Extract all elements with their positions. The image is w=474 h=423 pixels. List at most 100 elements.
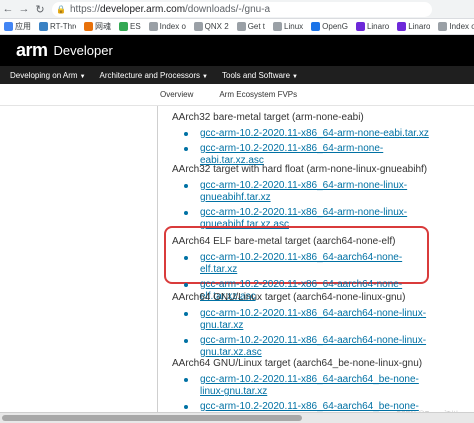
link-text: gcc-arm-10.2-2020.11-x86_64-arm-none-eab… xyxy=(200,128,429,139)
download-group: AArch32 target with hard float (arm-none… xyxy=(172,164,429,234)
nav-label: Tools and Software xyxy=(222,70,291,80)
link-text: gcc-arm-10.2-2020.11-x86_64-aarch64-none… xyxy=(200,335,427,358)
bookmark-favicon-icon xyxy=(193,22,203,31)
bookmark-favicon-icon xyxy=(119,22,128,31)
bookmark-label: Index o xyxy=(449,22,474,31)
bullet-icon xyxy=(184,405,188,409)
downloads-content: AArch32 bare-metal target (arm-none-eabi… xyxy=(0,106,474,412)
bookmark-item[interactable]: OpenG xyxy=(307,19,352,34)
download-link[interactable]: gcc-arm-10.2-2020.11-x86_64-arm-none-eab… xyxy=(184,128,429,140)
bullet-icon xyxy=(184,312,188,316)
bookmark-favicon-icon xyxy=(39,22,48,31)
bookmark-favicon-icon xyxy=(438,22,448,31)
bookmark-item[interactable]: RT-Thre xyxy=(35,19,80,34)
bookmark-item[interactable]: Linaro xyxy=(352,19,393,34)
chevron-down-icon: ▼ xyxy=(292,73,298,80)
chevron-down-icon: ▼ xyxy=(202,73,208,80)
url-host: developer.arm.com xyxy=(99,3,186,15)
content-divider xyxy=(157,106,158,412)
nav-developing-on-arm[interactable]: Developing on Arm ▼ xyxy=(10,71,86,80)
download-link[interactable]: gcc-arm-10.2-2020.11-x86_64-aarch64_be-n… xyxy=(184,401,429,412)
bookmark-item[interactable]: ES xyxy=(115,19,145,34)
download-link[interactable]: gcc-arm-10.2-2020.11-x86_64-aarch64-none… xyxy=(184,335,429,359)
nav-label: Developing on Arm xyxy=(10,70,78,80)
site-header: arm Developer xyxy=(0,35,474,66)
link-text: gcc-arm-10.2-2020.11-x86_64-aarch64_be-n… xyxy=(200,374,419,397)
lock-icon: 🔒 xyxy=(56,4,66,14)
bullet-icon xyxy=(184,256,188,260)
bookmark-label: Linux xyxy=(284,22,304,31)
back-icon[interactable]: ← xyxy=(0,0,16,19)
bookmark-favicon-icon xyxy=(84,22,93,31)
arm-logo[interactable]: arm xyxy=(16,40,48,61)
bookmark-favicon-icon xyxy=(4,22,13,31)
download-link[interactable]: gcc-arm-10.2-2020.11-x86_64-arm-none-lin… xyxy=(184,180,429,204)
bookmark-label: 应用 xyxy=(15,22,31,31)
tab-overview[interactable]: Overview xyxy=(160,90,193,99)
bullet-icon xyxy=(184,211,188,215)
link-text: gcc-arm-10.2-2020.11-x86_64-arm-none-lin… xyxy=(200,180,408,203)
download-group: AArch32 bare-metal target (arm-none-eabi… xyxy=(172,112,429,170)
bookmark-item[interactable]: Linaro xyxy=(393,19,434,34)
group-title: AArch64 GNU/Linux target (aarch64-none-l… xyxy=(172,292,406,303)
bookmark-item[interactable]: Get t xyxy=(233,19,269,34)
bullet-icon xyxy=(184,147,188,151)
bookmark-favicon-icon xyxy=(397,22,407,31)
link-text: gcc-arm-10.2-2020.11-x86_64-aarch64-none… xyxy=(200,308,427,331)
group-title: AArch32 bare-metal target (arm-none-eabi… xyxy=(172,112,364,123)
bullet-icon xyxy=(184,283,188,287)
bookmark-label: Get t xyxy=(247,22,266,31)
link-text: gcc-arm-10.2-2020.11-x86_64-aarch64_be-n… xyxy=(200,401,419,412)
bookmark-label: QNX 2 xyxy=(204,22,229,31)
main-nav: Developing on Arm ▼ Architecture and Proc… xyxy=(0,66,474,84)
address-bar[interactable]: 🔒 https://developer.arm.com/downloads/-/… xyxy=(52,1,432,17)
site-subtitle[interactable]: Developer xyxy=(54,43,113,58)
bookmark-item[interactable]: Index of xyxy=(145,19,190,34)
forward-icon[interactable]: → xyxy=(16,0,32,19)
bookmark-favicon-icon xyxy=(273,22,283,31)
bookmarks-bar: 应用 RT-Thre 网魂 ES Index of QNX 2 Get t Linux Open… xyxy=(0,19,474,35)
bookmark-item[interactable]: 应用 xyxy=(0,19,35,34)
bookmark-item[interactable]: Linux xyxy=(269,19,307,34)
bookmark-favicon-icon xyxy=(311,22,321,31)
bookmark-label: OpenG xyxy=(322,22,348,31)
nav-label: Architecture and Processors xyxy=(99,70,201,80)
download-link[interactable]: gcc-arm-10.2-2020.11-x86_64-aarch64-none… xyxy=(184,308,429,332)
download-link[interactable]: gcc-arm-10.2-2020.11-x86_64-aarch64-none… xyxy=(184,252,429,276)
bullet-icon xyxy=(184,184,188,188)
link-text: gcc-arm-10.2-2020.11-x86_64-arm-none-eab… xyxy=(200,143,384,166)
url-path: /downloads/-/gnu-a xyxy=(185,3,271,15)
bookmark-favicon-icon xyxy=(236,22,246,31)
download-group: AArch64 GNU/Linux target (aarch64_be-non… xyxy=(172,358,429,412)
bookmark-item[interactable]: Index o xyxy=(434,19,474,34)
bookmark-label: ES xyxy=(130,22,141,31)
bullet-icon xyxy=(184,378,188,382)
chevron-down-icon: ▼ xyxy=(79,73,86,80)
group-title: AArch64 ELF bare-metal target (aarch64-n… xyxy=(172,236,396,247)
url-prefix: https:// xyxy=(69,3,100,15)
bookmark-item[interactable]: 网魂 xyxy=(80,19,115,34)
group-title: AArch64 GNU/Linux target (aarch64_be-non… xyxy=(172,358,423,369)
bookmark-item[interactable]: QNX 2 xyxy=(190,19,233,34)
scrollbar-thumb[interactable] xyxy=(2,415,302,421)
download-link[interactable]: gcc-arm-10.2-2020.11-x86_64-aarch64_be-n… xyxy=(184,374,429,398)
bullet-icon xyxy=(184,339,188,343)
bookmark-label: 网魂 xyxy=(95,22,111,31)
download-group: AArch64 GNU/Linux target (aarch64-none-l… xyxy=(172,292,429,362)
bookmark-label: Index of xyxy=(159,22,186,31)
group-title: AArch32 target with hard float (arm-none… xyxy=(172,164,428,175)
nav-tools-and-software[interactable]: Tools and Software ▼ xyxy=(222,71,298,80)
bookmark-label: RT-Thre xyxy=(50,22,76,31)
horizontal-scrollbar[interactable] xyxy=(0,412,474,423)
browser-toolbar: ← → ↻ 🔒 https://developer.arm.com/downlo… xyxy=(0,0,474,19)
bullet-icon xyxy=(184,132,188,136)
sub-nav: Overview Arm Ecosystem FVPs xyxy=(0,84,474,106)
tab-arm-ecosystem-fvps[interactable]: Arm Ecosystem FVPs xyxy=(219,90,297,99)
bookmark-label: Linaro xyxy=(366,22,390,31)
nav-architecture-and-processors[interactable]: Architecture and Processors ▼ xyxy=(100,71,208,80)
bookmark-favicon-icon xyxy=(355,22,365,31)
bookmark-favicon-icon xyxy=(148,22,158,31)
bookmark-label: Linaro xyxy=(408,22,431,31)
reload-icon[interactable]: ↻ xyxy=(32,0,48,19)
link-text: gcc-arm-10.2-2020.11-x86_64-aarch64-none… xyxy=(200,252,403,275)
